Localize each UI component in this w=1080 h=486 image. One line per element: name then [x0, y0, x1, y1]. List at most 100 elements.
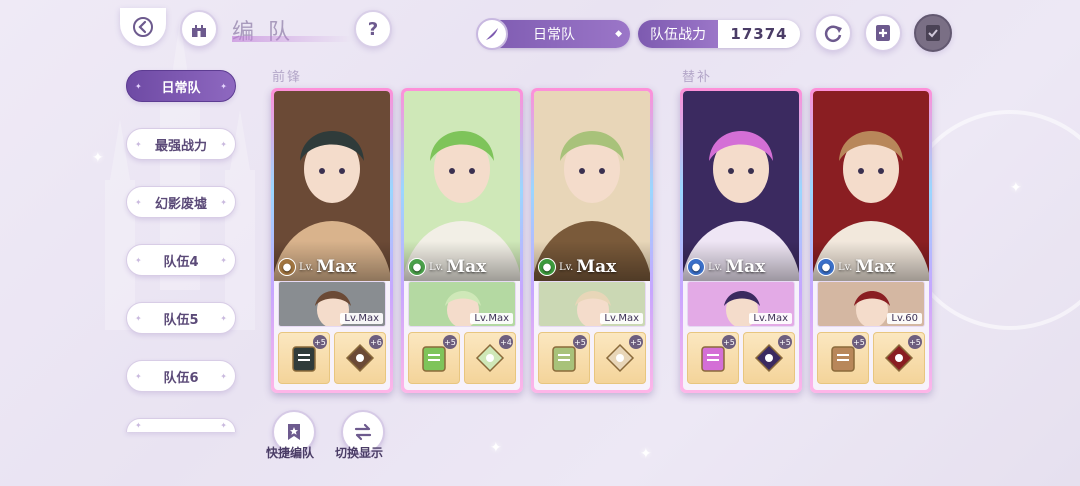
- sidebar-item-more[interactable]: [126, 418, 236, 432]
- sidebar-item-label: 队伍6: [163, 370, 199, 386]
- support-portrait[interactable]: Lv.Max: [538, 281, 646, 327]
- sidebar-item-team4[interactable]: 队伍4: [126, 244, 236, 276]
- equipment-slot[interactable]: +6: [334, 332, 386, 384]
- sparkle-icon: ✦: [1010, 180, 1022, 196]
- level-prefix: Lv.: [838, 261, 853, 273]
- equipment-slot[interactable]: +5: [743, 332, 795, 384]
- level-row: ● Lv. Max: [278, 257, 356, 277]
- support-level: Lv.Max: [340, 313, 383, 324]
- sidebar-item-label: 幻影废墟: [154, 196, 207, 212]
- sparkle-icon: ✦: [490, 440, 502, 456]
- upgrade-badge: +5: [573, 335, 587, 349]
- level-prefix: Lv.: [299, 261, 314, 273]
- level-row: ● Lv. Max: [687, 257, 765, 277]
- support-portrait[interactable]: Lv.Max: [687, 281, 795, 327]
- support-portrait[interactable]: Lv.60: [817, 281, 925, 327]
- upgrade-badge: +5: [313, 335, 327, 349]
- add-team-button[interactable]: [864, 14, 902, 52]
- sparkle-icon: ✦: [92, 150, 104, 166]
- sidebar-item-label: 队伍4: [163, 254, 199, 270]
- sidebar-item-strongest[interactable]: 最强战力: [126, 128, 236, 160]
- refresh-button[interactable]: [814, 14, 852, 52]
- level-value: Max: [725, 257, 766, 277]
- upgrade-badge: +5: [778, 335, 792, 349]
- level-prefix: Lv.: [429, 261, 444, 273]
- sidebar-item-label: 队伍5: [163, 312, 199, 328]
- equipment-slot[interactable]: +5: [594, 332, 646, 384]
- star-bookmark-icon: [288, 424, 300, 440]
- equipment-slot[interactable]: +5: [538, 332, 590, 384]
- confirm-button[interactable]: [914, 14, 952, 52]
- support-level: Lv.Max: [749, 313, 792, 324]
- upgrade-badge: +5: [443, 335, 457, 349]
- support-level: Lv.60: [887, 313, 922, 324]
- element-icon: ●: [817, 258, 835, 276]
- card-inner: ● Lv. Max Lv.60 +5 +5: [813, 91, 929, 390]
- quick-team-label: 快捷编队: [266, 446, 315, 460]
- switch-display-label: 切换显示: [335, 446, 384, 460]
- character-portrait: [683, 91, 799, 281]
- checklist-icon: [926, 25, 940, 41]
- upgrade-badge: +5: [908, 335, 922, 349]
- team-power-value: 17374: [718, 20, 800, 48]
- level-row: ● Lv. Max: [817, 257, 895, 277]
- element-icon: ●: [278, 258, 296, 276]
- equipment-slot[interactable]: +5: [278, 332, 330, 384]
- card-inner: ● Lv. Max Lv.Max +5: [274, 91, 390, 390]
- character-card[interactable]: ● Lv. Max Lv.Max +5: [680, 88, 802, 393]
- level-value: Max: [316, 257, 357, 277]
- element-icon: ●: [687, 258, 705, 276]
- sidebar-item-label: 最强战力: [154, 138, 207, 154]
- upgrade-badge: +5: [629, 335, 643, 349]
- question-icon: ?: [367, 18, 379, 40]
- sidebar-item-label: 日常队: [161, 80, 201, 96]
- upgrade-badge: +5: [722, 335, 736, 349]
- card-inner: ● Lv. Max Lv.Max +5: [534, 91, 650, 390]
- team-selector-label: 日常队: [533, 27, 575, 43]
- level-prefix: Lv.: [708, 261, 723, 273]
- swap-arrows-icon: [354, 423, 372, 441]
- chevron-right-icon: ◆: [615, 29, 622, 39]
- sidebar-item-team5[interactable]: 队伍5: [126, 302, 236, 334]
- sidebar-item-team6[interactable]: 队伍6: [126, 360, 236, 392]
- upgrade-badge: +4: [499, 335, 513, 349]
- home-button[interactable]: [180, 10, 218, 48]
- level-prefix: Lv.: [559, 261, 574, 273]
- element-icon: ●: [538, 258, 556, 276]
- add-card-icon: [876, 25, 890, 41]
- card-inner: ● Lv. Max Lv.Max +5: [683, 91, 799, 390]
- team-selector[interactable]: 日常队 ◆: [476, 18, 630, 50]
- character-card[interactable]: ● Lv. Max Lv.Max +5: [401, 88, 523, 393]
- upgrade-badge: +5: [852, 335, 866, 349]
- equipment-slot[interactable]: +4: [464, 332, 516, 384]
- sidebar-item-daily[interactable]: 日常队: [126, 70, 236, 102]
- equipment-slot[interactable]: +5: [687, 332, 739, 384]
- support-level: Lv.Max: [600, 313, 643, 324]
- sparkle-icon: ✦: [640, 446, 652, 462]
- feather-icon: [476, 18, 508, 50]
- level-row: ● Lv. Max: [408, 257, 486, 277]
- level-value: Max: [576, 257, 617, 277]
- help-button[interactable]: ?: [354, 10, 392, 48]
- upgrade-badge: +6: [369, 335, 383, 349]
- support-level: Lv.Max: [470, 313, 513, 324]
- equipment-slot[interactable]: +5: [817, 332, 869, 384]
- support-portrait[interactable]: Lv.Max: [278, 281, 386, 327]
- character-card[interactable]: ● Lv. Max Lv.Max +5: [271, 88, 393, 393]
- team-power: 队伍战力 17374: [638, 20, 800, 48]
- level-value: Max: [446, 257, 487, 277]
- character-card[interactable]: ● Lv. Max Lv.60 +5 +5: [810, 88, 932, 393]
- title-underline: [232, 36, 352, 42]
- character-card[interactable]: ● Lv. Max Lv.Max +5: [531, 88, 653, 393]
- character-portrait: [534, 91, 650, 281]
- support-portrait[interactable]: Lv.Max: [408, 281, 516, 327]
- level-row: ● Lv. Max: [538, 257, 616, 277]
- refresh-icon: [824, 25, 842, 42]
- back-arrow-icon: [133, 17, 153, 37]
- sidebar-item-phantom-ruins[interactable]: 幻影废墟: [126, 186, 236, 218]
- team-power-label: 队伍战力: [638, 20, 718, 48]
- element-icon: ●: [408, 258, 426, 276]
- equipment-slot[interactable]: +5: [408, 332, 460, 384]
- equipment-slot[interactable]: +5: [873, 332, 925, 384]
- castle-home-icon: [192, 25, 206, 37]
